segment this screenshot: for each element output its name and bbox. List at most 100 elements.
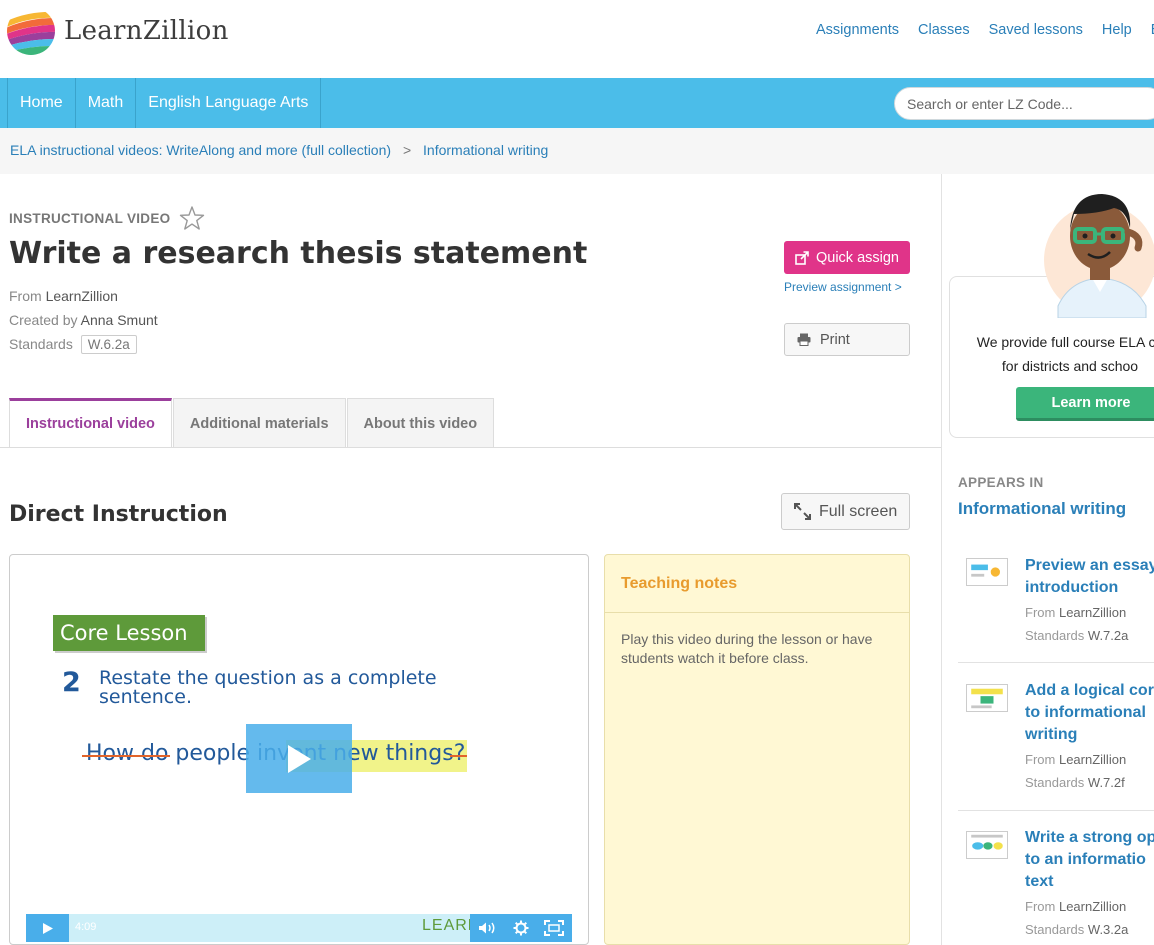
breadcrumb-current[interactable]: Informational writing bbox=[423, 142, 548, 158]
related-lesson-title-line: introduction bbox=[1025, 579, 1119, 596]
teaching-notes-panel: Teaching notes Play this video during th… bbox=[604, 554, 910, 945]
video-question-struck: How do bbox=[81, 741, 171, 766]
search-box bbox=[894, 87, 1154, 120]
logo[interactable]: LearnZillion bbox=[6, 6, 229, 56]
column-divider bbox=[941, 174, 942, 945]
related-lesson-standards-value: W.7.2f bbox=[1087, 775, 1125, 790]
nav-item-math[interactable]: Math bbox=[76, 78, 137, 128]
appears-in-link[interactable]: Informational writing bbox=[958, 499, 1126, 519]
video-question-mark: ? bbox=[449, 741, 468, 766]
related-lesson-title: Add a logical cor to informational writi… bbox=[1025, 680, 1154, 746]
top-header: LearnZillion Assignments Classes Saved l… bbox=[0, 0, 1154, 78]
related-lesson-standards: Standards W.7.2f bbox=[1025, 775, 1125, 790]
related-lesson-title-line: to informational bbox=[1025, 704, 1146, 721]
expand-icon bbox=[794, 503, 811, 520]
related-lesson-title: Preview an essay introduction bbox=[1025, 555, 1154, 599]
meta-standards: Standards W.6.2a bbox=[9, 335, 137, 354]
meta-created-value: Anna Smunt bbox=[80, 312, 158, 328]
tab-about-video[interactable]: About this video bbox=[346, 398, 495, 448]
top-link-classes[interactable]: Classes bbox=[918, 22, 970, 38]
video-time: 4:09 bbox=[75, 921, 97, 933]
page-title: Write a research thesis statement bbox=[9, 236, 588, 271]
related-lesson-title: Write a strong op to an informatio text bbox=[1025, 827, 1154, 893]
related-lesson-thumbnail bbox=[966, 558, 1008, 586]
section-title: Direct Instruction bbox=[9, 502, 228, 527]
teacher-avatar-illustration bbox=[1044, 194, 1154, 318]
standard-badge[interactable]: W.6.2a bbox=[80, 335, 137, 354]
video-core-lesson-badge: Core Lesson bbox=[53, 615, 205, 651]
video-step-number: 2 bbox=[62, 667, 81, 698]
promo-line-2: for districts and schoo bbox=[1001, 358, 1139, 374]
play-icon bbox=[42, 922, 53, 934]
breadcrumb-collection[interactable]: ELA instructional videos: WriteAlong and… bbox=[10, 142, 391, 158]
main-nav-items: Home Math English Language Arts bbox=[7, 78, 322, 128]
meta-from-label: From bbox=[9, 288, 42, 304]
related-lesson-standards-value: W.7.2a bbox=[1087, 628, 1129, 643]
video-control-group bbox=[470, 914, 572, 942]
video-play-overlay-button[interactable] bbox=[246, 724, 352, 793]
breadcrumb-bar: ELA instructional videos: WriteAlong and… bbox=[0, 128, 1154, 174]
related-lesson-from-value: LearnZillion bbox=[1058, 605, 1127, 620]
related-lesson-from-label: From bbox=[1025, 752, 1056, 767]
top-link-help[interactable]: Help bbox=[1102, 22, 1132, 38]
top-link-saved-lessons[interactable]: Saved lessons bbox=[989, 22, 1083, 38]
related-lesson-title-line: to an informatio bbox=[1025, 851, 1146, 868]
related-lesson-from: From LearnZillion bbox=[1025, 752, 1126, 767]
video-step-text: Restate the question as a complete sente… bbox=[99, 667, 437, 708]
related-lesson-title-line: Preview an essay bbox=[1025, 557, 1154, 574]
video-play-button[interactable] bbox=[26, 914, 69, 942]
share-icon bbox=[795, 250, 809, 265]
star-icon[interactable] bbox=[179, 205, 205, 231]
related-lesson-standards-label: Standards bbox=[1025, 775, 1085, 790]
full-screen-button[interactable]: Full screen bbox=[781, 493, 910, 530]
search-input[interactable] bbox=[907, 88, 1147, 119]
meta-from: From LearnZillion bbox=[9, 288, 118, 304]
breadcrumb: ELA instructional videos: WriteAlong and… bbox=[10, 142, 548, 158]
appears-in-label: APPEARS IN bbox=[958, 475, 1044, 490]
related-lesson-title-line: writing bbox=[1025, 726, 1078, 743]
print-label: Print bbox=[820, 331, 850, 348]
volume-icon[interactable] bbox=[478, 921, 498, 935]
top-link-assignments[interactable]: Assignments bbox=[816, 22, 899, 38]
quick-assign-button[interactable]: Quick assign bbox=[784, 241, 910, 274]
fullscreen-icon[interactable] bbox=[544, 920, 565, 936]
related-lesson-title-line: text bbox=[1025, 873, 1054, 890]
related-lesson-title-line: Write a strong op bbox=[1025, 829, 1154, 846]
play-icon bbox=[288, 744, 311, 773]
related-lesson-from: From LearnZillion bbox=[1025, 605, 1126, 620]
learn-more-button[interactable]: Learn more bbox=[1016, 387, 1154, 421]
related-lesson-from-label: From bbox=[1025, 605, 1056, 620]
related-lesson-standards: Standards W.3.2a bbox=[1025, 922, 1128, 937]
related-lesson-from: From LearnZillion bbox=[1025, 899, 1126, 914]
nav-item-ela[interactable]: English Language Arts bbox=[136, 78, 322, 128]
meta-created-label: Created by bbox=[9, 312, 78, 328]
lesson-kicker: INSTRUCTIONAL VIDEO bbox=[9, 211, 171, 226]
promo-line-1: We provide full course ELA cu bbox=[976, 334, 1154, 350]
tab-instructional-video[interactable]: Instructional video bbox=[9, 398, 172, 448]
gear-icon[interactable] bbox=[513, 920, 529, 936]
print-button[interactable]: Print bbox=[784, 323, 910, 356]
meta-from-value: LearnZillion bbox=[45, 288, 118, 304]
breadcrumb-separator: > bbox=[402, 142, 412, 158]
brand-name: LearnZillion bbox=[64, 16, 229, 46]
tab-divider bbox=[0, 447, 941, 448]
meta-created: Created by Anna Smunt bbox=[9, 312, 158, 328]
logo-mark-icon bbox=[7, 7, 55, 55]
nav-item-home[interactable]: Home bbox=[8, 78, 76, 128]
quick-assign-label: Quick assign bbox=[815, 249, 899, 266]
teaching-notes-body: Play this video during the lesson or hav… bbox=[621, 631, 873, 666]
related-lesson-title-line: Add a logical cor bbox=[1025, 682, 1154, 699]
tab-additional-materials[interactable]: Additional materials bbox=[172, 398, 346, 448]
lesson-tabs: Instructional video Additional materials… bbox=[9, 398, 495, 448]
related-lesson-standards-label: Standards bbox=[1025, 922, 1085, 937]
top-links: Assignments Classes Saved lessons Help E bbox=[816, 22, 1154, 38]
meta-standards-label: Standards bbox=[9, 336, 73, 352]
preview-assignment-link[interactable]: Preview assignment > bbox=[784, 280, 902, 294]
related-lesson-standards-value: W.3.2a bbox=[1087, 922, 1129, 937]
related-lesson-from-label: From bbox=[1025, 899, 1056, 914]
related-lesson-thumbnail bbox=[966, 831, 1008, 859]
teaching-notes-divider bbox=[605, 612, 909, 613]
related-lesson-from-value: LearnZillion bbox=[1058, 899, 1127, 914]
video-player[interactable]: Core Lesson 2 Restate the question as a … bbox=[9, 554, 589, 945]
related-lesson-standards: Standards W.7.2a bbox=[1025, 628, 1128, 643]
